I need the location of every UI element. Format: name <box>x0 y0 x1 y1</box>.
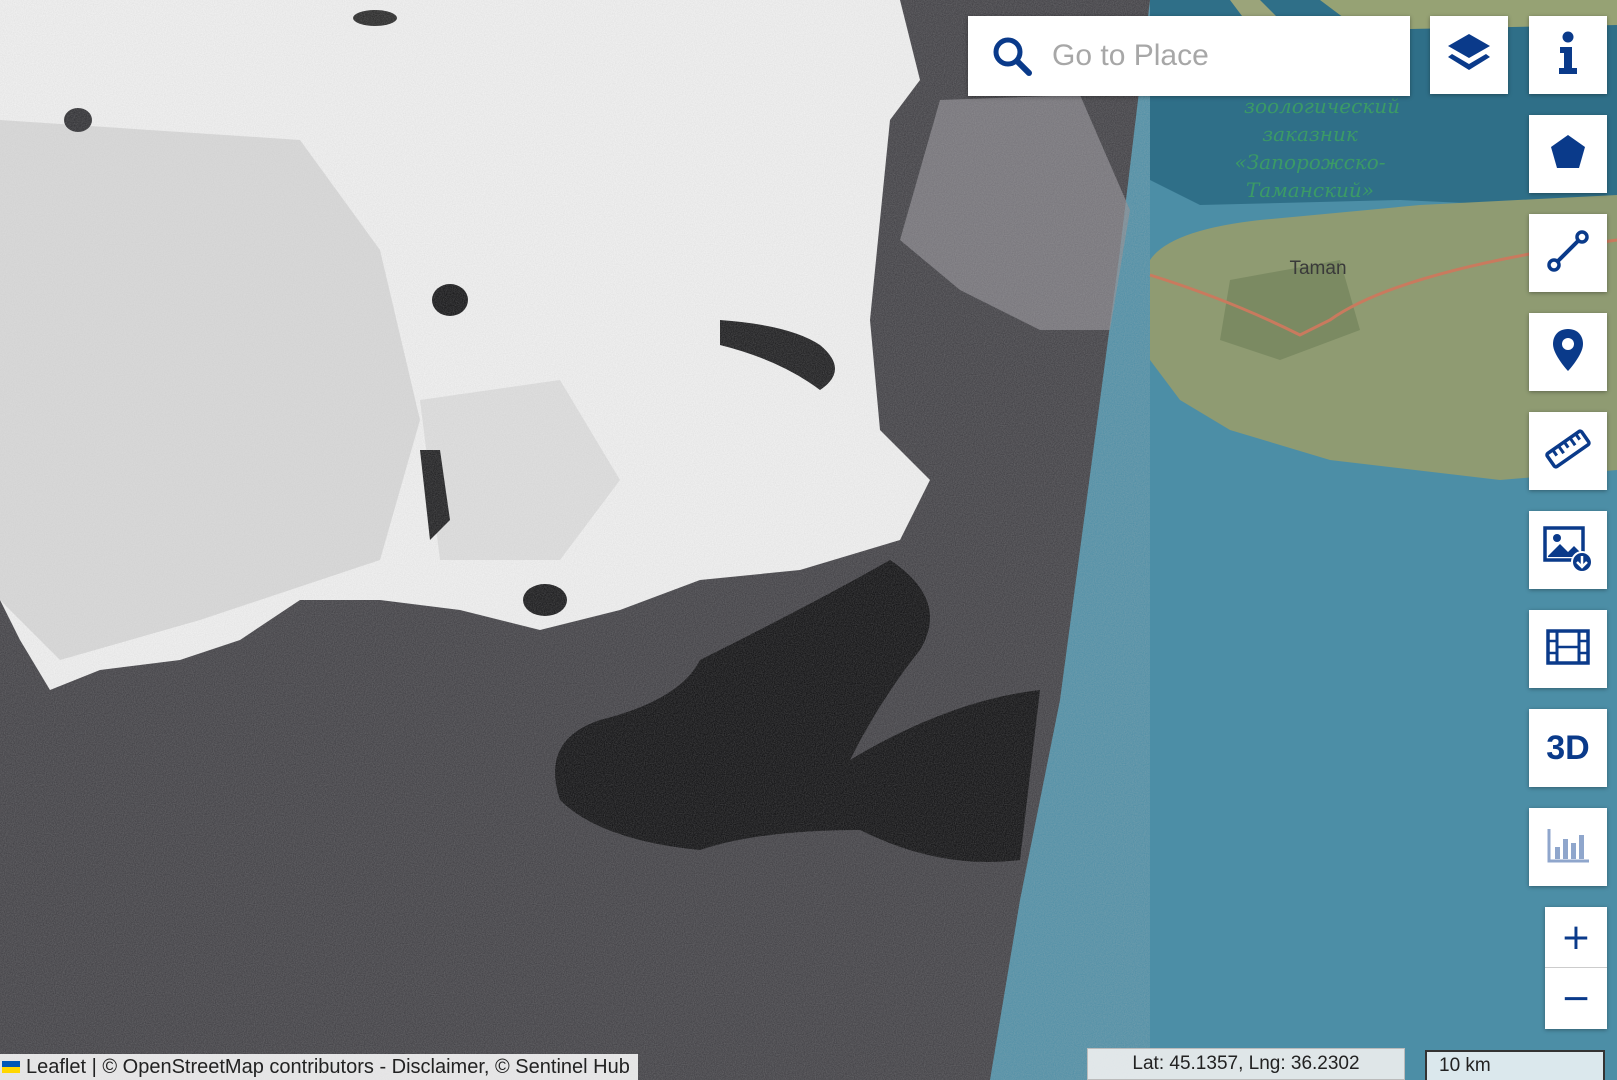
search-input[interactable] <box>1050 38 1394 74</box>
map-view[interactable]: зоологический заказник «Запорожско- Тама… <box>0 0 1617 1080</box>
ruler-icon <box>1545 426 1591 477</box>
reserve-label-line-2: заказник <box>1262 122 1358 146</box>
zoom-out-button[interactable]: − <box>1545 968 1607 1028</box>
town-label-taman: Taman <box>1289 258 1346 279</box>
draw-polygon-button[interactable] <box>1529 115 1607 193</box>
layers-icon <box>1444 28 1494 83</box>
timelapse-button[interactable] <box>1529 610 1607 688</box>
map-pin-icon <box>1550 327 1586 378</box>
histogram-button[interactable] <box>1529 808 1607 886</box>
image-download-icon <box>1542 522 1594 579</box>
ukraine-flag-icon <box>2 1061 20 1073</box>
measure-button[interactable] <box>1529 412 1607 490</box>
reserve-label-line-1: зоологический <box>1244 94 1400 118</box>
image-download-button[interactable] <box>1529 511 1607 589</box>
reserve-label-line-4: Таманский» <box>1246 178 1374 202</box>
bar-chart-icon <box>1545 825 1591 870</box>
pentagon-icon <box>1548 132 1588 177</box>
zoom-control: + − <box>1545 907 1607 1029</box>
search-box[interactable] <box>968 16 1410 96</box>
place-marker-button[interactable] <box>1529 313 1607 391</box>
zoom-in-button[interactable]: + <box>1545 907 1607 968</box>
layers-button[interactable] <box>1430 16 1508 94</box>
scale-bar: 10 km <box>1425 1050 1605 1080</box>
attribution-text[interactable]: Leaflet | © OpenStreetMap contributors -… <box>26 1056 630 1079</box>
search-icon[interactable] <box>988 32 1036 80</box>
info-button[interactable] <box>1529 16 1607 94</box>
3d-button[interactable]: 3D <box>1529 709 1607 787</box>
reserve-label-line-3: «Запорожско- <box>1234 150 1385 174</box>
attribution: Leaflet | © OpenStreetMap contributors -… <box>0 1054 638 1080</box>
sar-imagery <box>0 0 1150 1080</box>
info-icon <box>1553 30 1583 81</box>
coordinates-readout: Lat: 45.1357, Lng: 36.2302 <box>1087 1048 1405 1080</box>
film-icon <box>1545 627 1591 672</box>
draw-line-button[interactable] <box>1529 214 1607 292</box>
line-icon <box>1546 229 1590 278</box>
3d-icon: 3D <box>1546 728 1590 767</box>
